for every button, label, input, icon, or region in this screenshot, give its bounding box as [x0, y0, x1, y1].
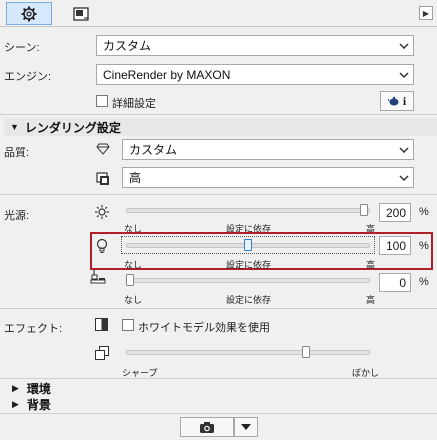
chevron-down-icon	[395, 174, 413, 181]
render-options-dropdown[interactable]	[234, 417, 258, 437]
chevron-right-icon: ▶	[422, 8, 430, 18]
bulb-max-label: 高	[366, 260, 376, 270]
sun-intensity-slider-thumb[interactable]	[360, 204, 368, 216]
quality-label: 品質:	[4, 147, 30, 159]
bulb-min-label: なし	[124, 260, 143, 270]
sharpness-slider-thumb[interactable]	[302, 346, 310, 358]
scene-value: カスタム	[103, 39, 152, 53]
chevron-down-icon	[395, 146, 413, 153]
lamp-min-label: なし	[124, 295, 143, 305]
background-section-title: 背景	[26, 397, 51, 412]
quality-preset-dropdown[interactable]: カスタム	[122, 139, 414, 160]
bulb-unit: %	[419, 240, 429, 252]
expand-arrow-icon: ▶	[12, 382, 19, 393]
scene-dropdown[interactable]: カスタム	[96, 35, 414, 56]
blur-icon	[95, 346, 109, 360]
gear-icon	[21, 6, 37, 21]
sun-intensity-input[interactable]: 200	[379, 203, 411, 222]
environment-section-header[interactable]: ▶ 環境	[4, 380, 437, 396]
lamp-intensity-slider-thumb[interactable]	[126, 274, 134, 286]
render-window-icon	[73, 6, 89, 21]
detail-label: 詳細設定	[112, 98, 156, 110]
render-quality-icon	[96, 172, 109, 185]
engine-label: エンジン:	[4, 71, 52, 83]
render-snapshot-button[interactable]	[180, 417, 234, 437]
triangle-down-icon	[241, 424, 251, 430]
divider	[0, 308, 437, 309]
rendering-section-title: レンダリング設定	[24, 120, 121, 135]
white-model-checkbox[interactable]	[122, 319, 134, 331]
lamp-mid-label: 設定に依存	[226, 295, 272, 305]
lamp-intensity-input[interactable]: 0	[379, 273, 411, 292]
environment-section-title: 環境	[26, 381, 51, 396]
sun-icon	[95, 205, 109, 219]
lamp-intensity-slider-track[interactable]	[126, 278, 370, 283]
rendering-section-header[interactable]: ▼ レンダリング設定	[4, 118, 437, 136]
light-label: 光源:	[4, 210, 30, 222]
bulb-intensity-input[interactable]: 100	[379, 236, 411, 255]
detail-checkbox[interactable]	[96, 95, 108, 107]
tab-settings[interactable]	[6, 2, 52, 25]
divider	[0, 114, 437, 115]
camera-icon	[200, 421, 214, 433]
sharpness-slider-track[interactable]	[126, 350, 370, 355]
chevron-down-icon	[395, 42, 413, 49]
white-model-icon	[95, 318, 108, 331]
engine-dropdown[interactable]: CineRender by MAXON	[96, 64, 414, 85]
scene-label: シーン:	[4, 42, 40, 54]
lamp-max-label: 高	[366, 295, 376, 305]
quality-level-dropdown[interactable]: 高	[122, 167, 414, 188]
diamond-icon	[96, 143, 110, 155]
teapot-icon	[387, 96, 399, 106]
engine-value: CineRender by MAXON	[103, 67, 231, 82]
collapse-arrow-icon: ▼	[10, 122, 19, 132]
expand-arrow-icon: ▶	[12, 398, 19, 409]
effects-label: エフェクト:	[4, 323, 63, 335]
chevron-down-icon	[395, 71, 413, 78]
sun-intensity-slider-track[interactable]	[126, 208, 370, 213]
panel-menu-button[interactable]: ▶	[419, 6, 433, 20]
quality-preset-value: カスタム	[129, 143, 178, 157]
divider	[0, 378, 437, 379]
info-icon: i	[402, 93, 407, 108]
sun-unit: %	[419, 206, 429, 218]
divider	[0, 194, 437, 195]
engine-info-button[interactable]: i	[380, 91, 414, 111]
bulb-intensity-slider-thumb[interactable]	[244, 239, 252, 251]
divider	[0, 413, 437, 414]
white-model-label: ホワイトモデル効果を使用	[138, 322, 270, 334]
lamp-icon	[90, 270, 106, 284]
quality-level-value: 高	[129, 171, 142, 185]
panel-tab-bar: ▶	[0, 0, 437, 27]
lamp-unit: %	[419, 276, 429, 288]
bulb-mid-label: 設定に依存	[226, 260, 272, 270]
lightbulb-icon	[96, 238, 108, 253]
tab-render-window[interactable]	[58, 2, 104, 25]
background-section-header[interactable]: ▶ 背景	[4, 396, 437, 412]
